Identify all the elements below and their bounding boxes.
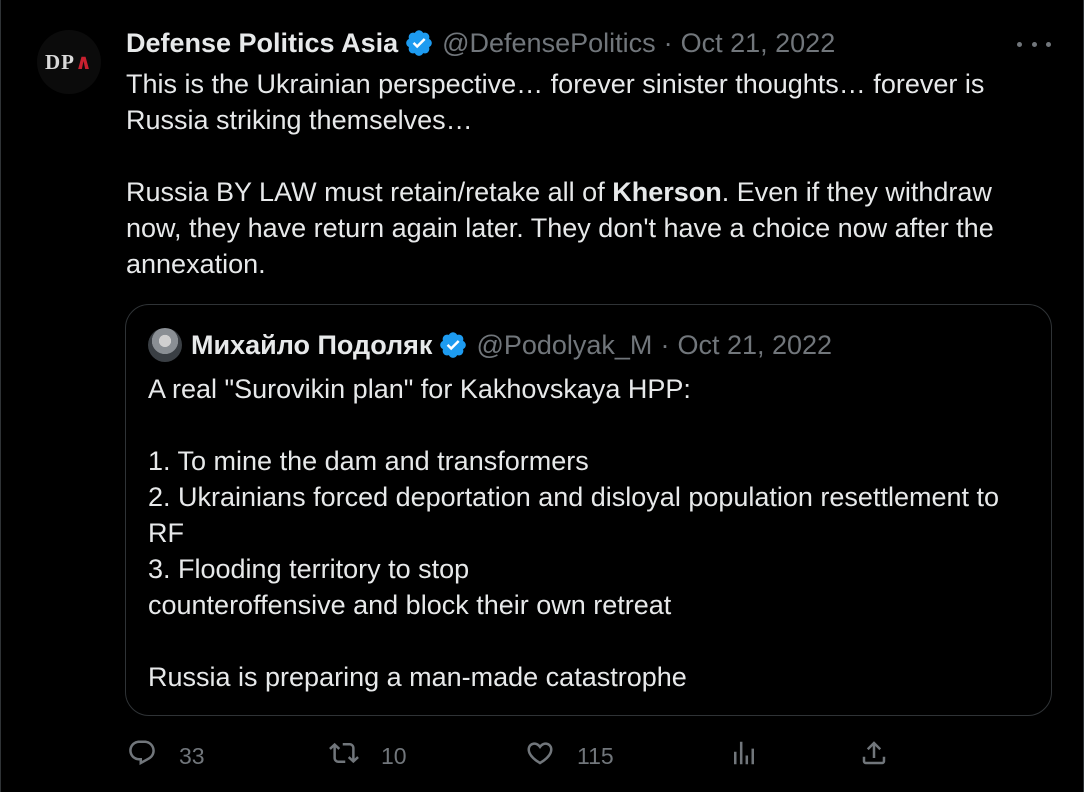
tweet-header: Defense Politics Asia @DefensePolitics ·… [126, 26, 835, 60]
quoted-list-item-2: 2. Ukrainians forced deportation and dis… [148, 482, 1000, 548]
quoted-list-item-1: 1. To mine the dam and transformers [148, 446, 589, 476]
tweet-text-segment: Russia BY LAW must retain/retake all of [126, 177, 613, 207]
more-dots-icon[interactable] [1017, 32, 1051, 56]
retweet-icon [329, 738, 359, 774]
quoted-tweet-date: Oct 21, 2022 [677, 329, 833, 360]
share-button[interactable] [859, 738, 889, 774]
quoted-author-avatar[interactable] [148, 328, 182, 362]
tweet-bold-kherson: Kherson [612, 177, 722, 207]
quoted-text-segment: counteroffensive and block their own ret… [148, 590, 672, 620]
quoted-list-item-3: 3. Flooding territory to stop [148, 551, 1028, 587]
quoted-header-separator: · [660, 329, 670, 360]
quoted-line-intro: A real "Surovikin plan" for Kakhovskaya … [148, 374, 691, 404]
author-display-name[interactable]: Defense Politics Asia [126, 28, 398, 59]
like-count: 115 [577, 742, 614, 769]
quoted-tweet-text: A real "Surovikin plan" for Kakhovskaya … [148, 371, 1028, 695]
reply-button[interactable]: 33 [127, 738, 205, 774]
quoted-tweet-header: Михайло Подоляк @Podolyak_M · Oct 21, 20… [148, 327, 832, 363]
author-handle[interactable]: @DefensePolitics [442, 28, 656, 59]
tweet-paragraph-2: Russia BY LAW must retain/retake all of … [126, 174, 1031, 282]
retweet-count: 10 [381, 742, 407, 769]
tweet[interactable]: DP∧ Defense Politics Asia @DefensePoliti… [0, 0, 1084, 792]
quoted-author-handle: @Podolyak_M [476, 329, 653, 360]
tweet-date[interactable]: Oct 21, 2022 [681, 28, 836, 59]
tweet-paragraph-1: This is the Ukrainian perspective… forev… [126, 69, 985, 135]
retweet-button[interactable]: 10 [329, 738, 407, 774]
verified-badge-icon [404, 28, 434, 58]
quoted-author-display-name: Михайло Подоляк [191, 329, 433, 360]
views-button[interactable] [729, 738, 759, 774]
quoted-text-segment: 3. Flooding territory to stop [148, 554, 477, 584]
ukraine-flag-emoji [483, 557, 517, 581]
reply-count: 33 [179, 742, 205, 769]
quoted-closing-line: Russia is preparing a man-made catastrop… [148, 662, 687, 692]
reply-icon [127, 738, 157, 774]
verified-badge-icon [438, 330, 468, 360]
tweet-actions-bar: 33 10 115 [127, 738, 897, 774]
tweet-text: This is the Ukrainian perspective… forev… [126, 66, 1031, 282]
author-avatar[interactable]: DP∧ [37, 30, 101, 94]
share-icon [859, 738, 889, 774]
header-separator: · [663, 27, 673, 58]
heart-icon [525, 738, 555, 774]
views-icon [729, 738, 759, 774]
quoted-tweet[interactable]: Михайло Подоляк @Podolyak_M · Oct 21, 20… [125, 304, 1052, 716]
avatar-logo-text: DP∧ [44, 50, 94, 74]
like-button[interactable]: 115 [525, 738, 614, 774]
